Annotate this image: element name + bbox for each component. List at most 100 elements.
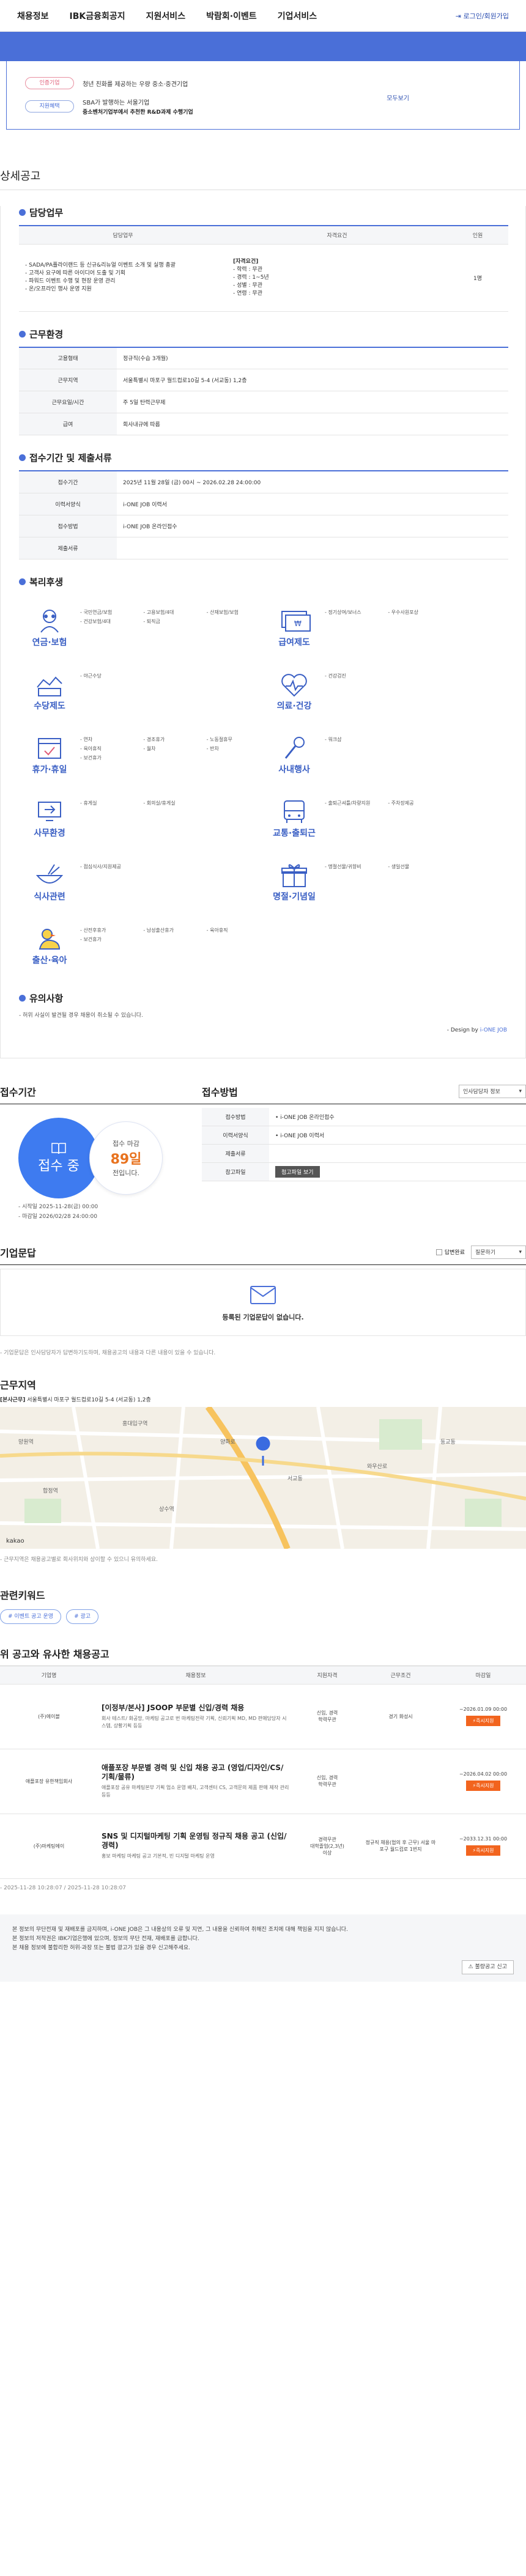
- apply-button[interactable]: ⚡즉시지원: [466, 1845, 500, 1856]
- duty-table: 담당업무 자격요건 인원 - SADA/PA플라이랜드 등 신규&리뉴얼 이벤트…: [19, 225, 508, 312]
- req-col-header: 자격요건: [227, 226, 447, 245]
- bullet-dot-icon: [19, 209, 26, 216]
- footer-line: 본 정보의 저작권은 IBK기업은행에 있으며, 정보의 무단 전재, 재배포를…: [12, 1935, 199, 1942]
- welfare-icon-block: 사무환경: [19, 796, 80, 839]
- method-heading: 접수방법 인사담당자 정보 ▾: [202, 1084, 526, 1104]
- job-qual: 경력무관 대학졸업(2,3년) 이상: [294, 1814, 361, 1879]
- application-table: 접수기간 2025년 11월 28일 (금) 00시 ~ 2026.02.28 2…: [19, 470, 508, 559]
- welfare-category-name: 연금·보험: [32, 637, 67, 648]
- bullet-icon: •: [275, 1114, 281, 1121]
- office-icon: [38, 801, 61, 821]
- welfare-grid: 연금·보험 국민연금/보험 고용보험/4대 산재보험/보험건강보험/4대 퇴직금 ₩ 급여제…: [19, 594, 508, 976]
- col-header: 채용정보: [98, 1665, 294, 1685]
- row-value: 정규직(수습 3개월): [117, 347, 508, 369]
- badge-sub-text: 중소벤처기업부에서 추천한 R&D과제 수행기업: [83, 109, 193, 116]
- col-header: 근무조건: [361, 1665, 440, 1685]
- row-value: i-ONE JOB 온라인접수: [117, 515, 508, 537]
- nav-item-company[interactable]: 기업서비스: [278, 10, 317, 22]
- view-all-link[interactable]: 모두보기: [387, 93, 409, 102]
- keyword-tag[interactable]: # 광고: [66, 1609, 99, 1624]
- reception-section: 접수기간 접수 중 접수 마감 89일 전입니다. - 시작일 2025-11-…: [0, 1084, 526, 1222]
- headcount: 1명: [447, 244, 508, 312]
- table-row[interactable]: (주)에이블 [이정부/본사] JSOOP 부문별 신입/경력 채용 회사 테스트…: [0, 1684, 526, 1749]
- job-qual: 신입, 경력 학력무관: [294, 1749, 361, 1814]
- map-label: 망원역: [18, 1439, 34, 1445]
- siren-icon: ⚠: [468, 1963, 475, 1970]
- welfare-item: 육아휴직: [207, 927, 264, 934]
- dday-value: 89일: [110, 1151, 142, 1167]
- nav-item-fair[interactable]: 박람회·이벤트: [206, 10, 257, 22]
- ask-question-select[interactable]: 질문하기 ▾: [471, 1245, 526, 1259]
- welfare-category-name: 식사관련: [34, 891, 65, 902]
- nav-item-notice[interactable]: IBK금융회공지: [70, 10, 125, 22]
- childcare-icon: [39, 928, 61, 950]
- job-desc: 애플포장 공유 마케팅본부 기획 업소 운영 배치, 고객센터 CS, 고객문의…: [102, 1785, 289, 1798]
- row-value: • i-ONE JOB 온라인접수: [269, 1107, 526, 1126]
- welfare-item: 경조휴가: [143, 736, 200, 743]
- badge-list: 인증기업 청년 친화를 제공하는 우량 중소·중견기업 지원혜택 SBA가 발행…: [7, 61, 519, 116]
- row-value: • i-ONE JOB 이력서: [269, 1126, 526, 1145]
- badge-row: 지원혜택 SBA가 발행하는 서울기업 중소벤처기업부에서 추천한 R&D과제 …: [25, 97, 501, 116]
- apply-button[interactable]: ⚡즉시지원: [466, 1716, 500, 1726]
- job-title[interactable]: [이정부/본사] JSOOP 부문별 신입/경력 채용: [102, 1703, 290, 1713]
- welfare-cell: 의료·건강 건강검진: [264, 658, 508, 722]
- nav-item-jobs[interactable]: 채용정보: [17, 10, 49, 22]
- similar-jobs-section: 위 공고와 유사한 채용공고 기업명 채용정보 지원자격 근무조건 마감일 (주…: [0, 1646, 526, 1891]
- job-title[interactable]: 애플포장 부문별 경력 및 신입 채용 공고 (영업/디자인/CS/기획/물류): [102, 1763, 290, 1782]
- welfare-item: 명절선물/귀향비: [325, 863, 382, 870]
- environment-table: 고용형태 정규직(수습 3개월) 근무지역 서울특별시 마포구 월드컵로10길 5-…: [19, 346, 508, 435]
- welfare-item: 건강검진: [325, 673, 382, 679]
- application-method: 접수방법 인사담당자 정보 ▾ 접수방법 • i-ONE JOB 온라인접수 이력서양…: [202, 1084, 526, 1222]
- duty-text: - SADA/PA플라이랜드 등 신규&리뉴얼 이벤트 소개 및 실행 총괄 -…: [19, 244, 227, 312]
- col-header: 지원자격: [294, 1665, 361, 1685]
- map-label: 서교동: [287, 1475, 303, 1482]
- reception-period: 접수기간 접수 중 접수 마감 89일 전입니다. - 시작일 2025-11-…: [0, 1084, 202, 1222]
- login-link[interactable]: ⇥ 로그인/회원가입: [456, 11, 509, 21]
- row-value: 2025년 11월 28일 (금) 00시 ~ 2026.02.28 24:00…: [117, 471, 508, 493]
- map-image: 홍대입구역 합정역 상수역 서교동 망원역 와우산로 양화로 동교동 kakao: [0, 1406, 526, 1549]
- book-icon: [51, 1142, 66, 1154]
- location-map[interactable]: 홍대입구역 합정역 상수역 서교동 망원역 와우산로 양화로 동교동 kakao: [0, 1406, 526, 1549]
- table-row[interactable]: (주)마케팅에이 SNS 및 디지털마케팅 기획 운영팀 정규직 채용 공고 (…: [0, 1814, 526, 1879]
- bullet-dot-icon: [19, 454, 26, 461]
- footer-line: 본 정보의 무단전재 및 재배포를 금지하며, i-ONE JOB은 그 내용상…: [12, 1926, 348, 1933]
- welfare-cell: 식사관련 점심식사/지원제공: [19, 849, 264, 912]
- job-deadline: ~2026.04.02 00:00: [459, 1771, 508, 1777]
- view-attachment-button[interactable]: 첨고파일 보기: [275, 1166, 320, 1178]
- certified-pill: 인증기업: [25, 77, 74, 89]
- welfare-cell: ₩ 급여제도 정기상여/보너스 우수사원포상: [264, 594, 508, 658]
- hr-contact-select[interactable]: 인사담당자 정보 ▾: [459, 1084, 526, 1098]
- row-label: 급여: [19, 413, 117, 435]
- job-cond: 정규직 채용(협의 후 근무) 서울 마포구 월드컵로 1번지: [361, 1814, 440, 1879]
- welfare-item: 반차: [207, 745, 264, 752]
- row-label: 근무요일/시간: [19, 391, 117, 413]
- badge-text: 청년 친화를 제공하는 우량 중소·중견기업: [83, 81, 188, 88]
- duty-col-header: 담당업무: [19, 226, 227, 245]
- qa-empty-box: 등록된 기업문답이 없습니다.: [0, 1268, 526, 1336]
- welfare-item: 출퇴근셔틀/차량지원: [325, 800, 382, 806]
- bullet-dot-icon: [19, 578, 26, 585]
- design-credit: - Design by i-ONE JOB: [446, 1027, 507, 1033]
- welfare-icon-block: 출산·육아: [19, 923, 80, 966]
- event-icon: [284, 736, 305, 759]
- allowance-icon: [37, 676, 62, 696]
- job-title[interactable]: SNS 및 디지털마케팅 기획 운영팀 정규직 채용 공고 (신입/경력): [102, 1832, 290, 1850]
- welfare-item: 워크샵: [325, 736, 382, 743]
- answered-checkbox[interactable]: 답변완료: [435, 1248, 465, 1256]
- gift-icon: [281, 864, 307, 887]
- report-button[interactable]: ⚠ 불량공고 신고: [461, 1960, 514, 1974]
- job-cond: [361, 1749, 440, 1814]
- end-date: - 마감일 2026/02/28 24:00:00: [18, 1213, 97, 1220]
- nav-item-support[interactable]: 지원서비스: [146, 10, 185, 22]
- health-icon: [281, 673, 307, 696]
- req-text: - 학력 : 무관 - 경력 : 1~5년 - 성별 : 무관 - 연령 : 무…: [233, 266, 269, 297]
- keyword-tag[interactable]: # 이벤트 공고 운영: [0, 1609, 62, 1624]
- job-desc: 홍보 마케팅 마케팅 공고 기본적, 빈 디지털 마케팅 운영: [102, 1853, 215, 1859]
- table-row[interactable]: 애플포장 유한책임회사 애플포장 부문별 경력 및 신입 채용 공고 (영업/디…: [0, 1749, 526, 1814]
- welfare-cell: 휴가·휴일 연차 경조휴가 노동절휴무육아휴직 월차 반차보건휴가: [19, 722, 264, 785]
- col-header: 마감일: [440, 1665, 526, 1685]
- apply-button[interactable]: ⚡즉시지원: [466, 1781, 500, 1791]
- company-summary-card: 모두보기 인증기업 청년 친화를 제공하는 우량 중소·중견기업 지원혜택 SB…: [6, 61, 520, 130]
- row-label: 제출서류: [19, 537, 117, 559]
- job-deadline: ~2033.12.31 00:00: [459, 1836, 508, 1842]
